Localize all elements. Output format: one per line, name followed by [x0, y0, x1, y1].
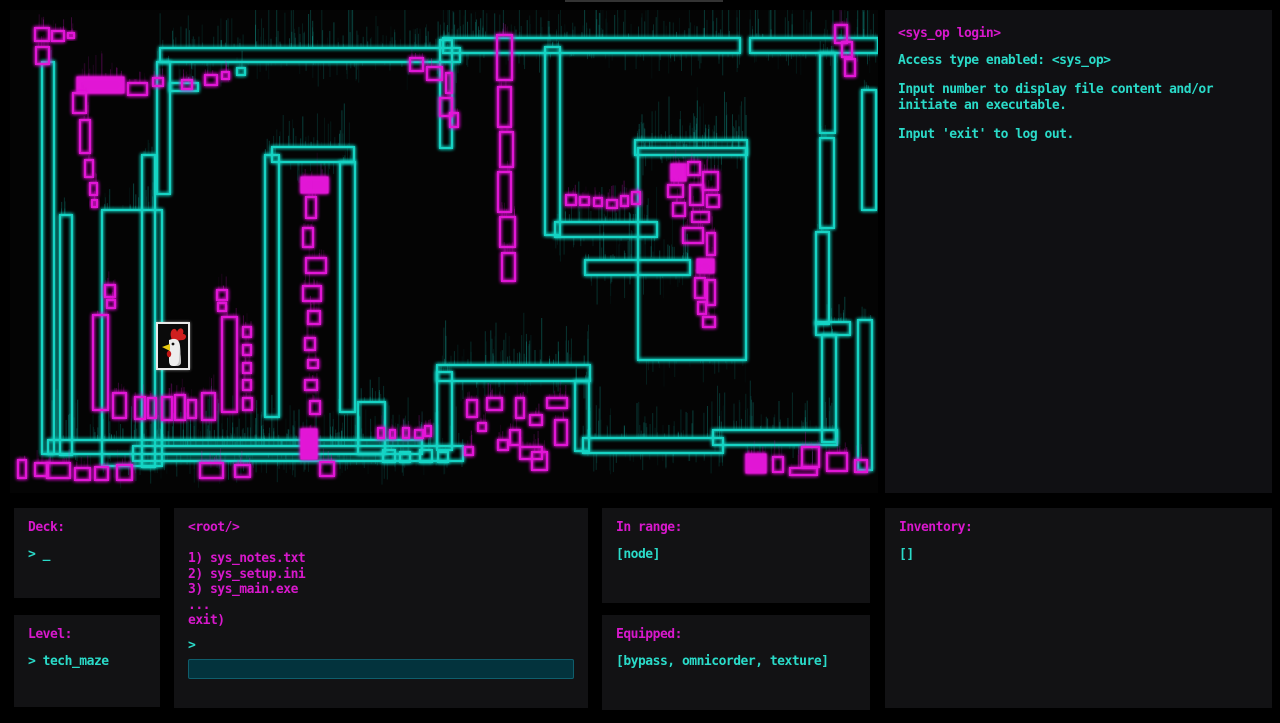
maze-canvas: [10, 10, 878, 493]
root-title: <root/>: [188, 521, 574, 535]
maze-viewport: [10, 10, 878, 493]
level-name: tech_maze: [43, 654, 109, 669]
equipped-value: [bypass, omnicorder, texture]: [616, 655, 856, 669]
game-page: { "colors": { "text_magenta": "#d818cc",…: [0, 0, 1280, 723]
file-list-item: 2) sys_setup.ini: [188, 567, 574, 583]
terminal-output-panel: <sys_op login> Access type enabled: <sys…: [885, 10, 1272, 493]
deck-panel: Deck: > _: [14, 508, 160, 598]
terminal-login-title: <sys_op login>: [898, 26, 1259, 41]
equipped-panel: Equipped: [bypass, omnicorder, texture]: [602, 615, 870, 710]
inventory-value: []: [899, 548, 1258, 562]
in-range-label: In range:: [616, 521, 856, 535]
file-list-item: ...: [188, 598, 574, 614]
file-list-item: 3) sys_main.exe: [188, 582, 574, 598]
deck-cursor: _: [43, 547, 50, 562]
inventory-panel: Inventory: []: [885, 508, 1272, 708]
level-prompt: >: [28, 654, 35, 669]
chicken-wattle: [167, 351, 171, 357]
deck-label: Deck:: [28, 521, 146, 535]
file-list-item: 1) sys_notes.txt: [188, 551, 574, 567]
level-label: Level:: [28, 628, 146, 642]
terminal-line: Input 'exit' to log out.: [898, 127, 1259, 143]
console-prompt: >: [188, 639, 574, 653]
rooster-icon: [158, 324, 188, 368]
inventory-label: Inventory:: [899, 521, 1258, 535]
window-chrome-remnant: [565, 0, 723, 2]
deck-value: > _: [28, 548, 146, 562]
chicken-beak: [162, 344, 170, 351]
in-range-value: [node]: [616, 548, 856, 562]
terminal-line: Access type enabled: <sys_op>: [898, 53, 1259, 69]
terminal-line: Input number to display file content and…: [898, 82, 1259, 114]
maze-walls: [18, 10, 878, 488]
in-range-panel: In range: [node]: [602, 508, 870, 603]
command-input[interactable]: [188, 659, 574, 679]
chicken-eye: [172, 343, 175, 346]
root-console-panel: <root/> 1) sys_notes.txt2) sys_setup.ini…: [174, 508, 588, 708]
equipped-label: Equipped:: [616, 628, 856, 642]
player-chicken-sprite: [156, 322, 190, 370]
terminal-lines: Access type enabled: <sys_op> Input numbe…: [898, 53, 1259, 143]
level-panel: Level: > tech_maze: [14, 615, 160, 707]
deck-prompt: >: [28, 547, 35, 562]
root-file-list: 1) sys_notes.txt2) sys_setup.ini3) sys_m…: [188, 551, 574, 629]
level-value: > tech_maze: [28, 655, 146, 669]
file-list-item: exit): [188, 613, 574, 629]
